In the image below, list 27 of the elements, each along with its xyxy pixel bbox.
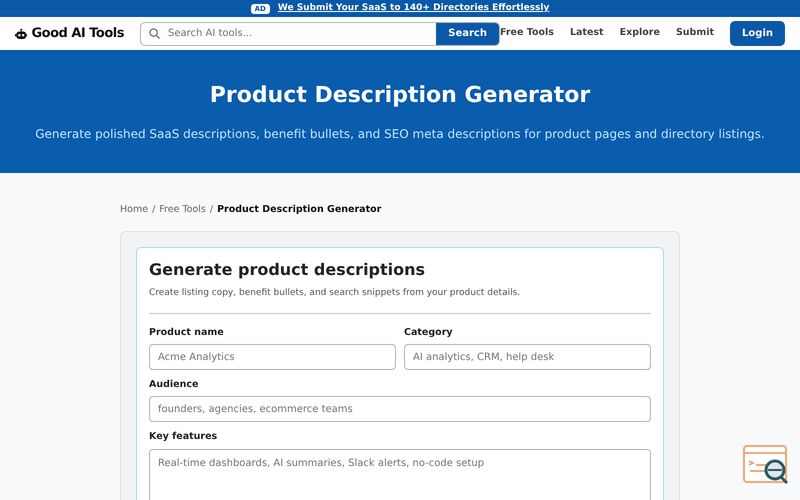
text-area[interactable]: Real-time dashboards, AI summaries, Slack alerts, no-code setup	[149, 448, 651, 500]
search-button[interactable]: Search	[436, 22, 499, 44]
field-label: Key features	[149, 430, 218, 444]
login-button[interactable]: Login	[730, 21, 785, 46]
form-title: Generate product descriptions	[149, 260, 426, 280]
search-icon	[148, 28, 160, 39]
breadcrumb-link[interactable]: Home	[120, 203, 148, 218]
nav-link[interactable]: Latest	[570, 26, 604, 41]
input-field[interactable]: AI analytics, CRM, help desk	[404, 344, 651, 370]
page-title: Product Description Generator	[210, 82, 590, 110]
form-subtitle: Create listing copy, benefit bullets, and search snippets from your product details.	[149, 287, 522, 300]
search-field[interactable]: Search AI tools... Search	[140, 22, 500, 46]
field-label: Product name	[149, 326, 225, 340]
page-subtitle: Generate polished SaaS descriptions, benefit bullets, and SEO meta descriptions for product pages and directory listings.	[35, 126, 765, 144]
breadcrumb-separator: /	[210, 203, 214, 217]
breadcrumb-current: Product Description Generator	[217, 203, 382, 217]
breadcrumb-separator: /	[152, 203, 156, 217]
nav-link[interactable]: Free Tools	[500, 26, 554, 41]
input-field[interactable]: founders, agencies, ecommerce teams	[149, 396, 651, 422]
field-label: Audience	[149, 378, 200, 392]
ad-link[interactable]: We Submit Your SaaS to 140+ Directories Effortlessly	[278, 2, 550, 16]
field-label: Category	[404, 326, 454, 340]
nav-link[interactable]: Explore	[620, 26, 660, 41]
breadcrumb-link[interactable]: Free Tools	[159, 203, 206, 218]
input-field[interactable]: Acme Analytics	[149, 344, 396, 370]
nav-link[interactable]: Submit	[676, 26, 714, 41]
site-logo[interactable]: Good AI Tools	[31, 24, 124, 44]
